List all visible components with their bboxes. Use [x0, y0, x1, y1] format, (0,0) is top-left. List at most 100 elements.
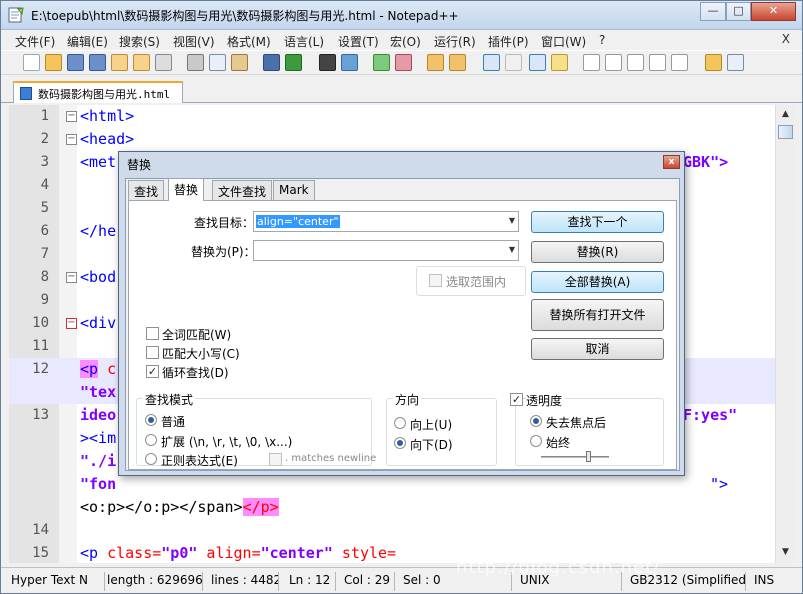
menu-window[interactable]: 窗口(W) — [541, 33, 586, 50]
document-tab[interactable]: 数码摄影构图与用光.html — [13, 81, 183, 103]
mode-regex-radio[interactable] — [145, 453, 157, 465]
find-what-input[interactable]: align="center" ▼ — [253, 211, 519, 232]
menu-macro[interactable]: 宏(O) — [390, 33, 421, 50]
mode-regex-label: 正则表达式(E) — [161, 454, 238, 468]
direction-down-radio[interactable] — [394, 437, 406, 449]
print-icon[interactable] — [155, 54, 172, 71]
undo-icon[interactable] — [263, 54, 280, 71]
dropdown-arrow-icon[interactable]: ▼ — [509, 216, 515, 225]
direction-up-radio[interactable] — [394, 417, 406, 429]
sync-v-icon[interactable] — [427, 54, 444, 71]
open-file-icon[interactable] — [45, 54, 62, 71]
matches-newline-checkbox[interactable] — [269, 453, 282, 466]
direction-down-label: 向下(D) — [410, 438, 453, 452]
tab-mark[interactable]: Mark — [273, 180, 315, 200]
menu-run[interactable]: 运行(R) — [434, 33, 476, 50]
transparency-slider-thumb[interactable] — [586, 451, 591, 462]
match-case-checkbox[interactable] — [146, 346, 159, 359]
replace-with-input[interactable]: ▼ — [253, 240, 519, 261]
maximize-button[interactable]: □ — [726, 2, 751, 21]
code-token: <met — [80, 153, 117, 171]
in-selection-checkbox[interactable] — [429, 274, 442, 287]
stop-macro-icon[interactable] — [605, 54, 622, 71]
transparency-checkbox[interactable]: ✓ — [510, 393, 523, 406]
cancel-button[interactable]: 取消 — [531, 338, 664, 360]
close-button[interactable]: ✕ — [751, 2, 796, 21]
dialog-close-button[interactable]: x — [663, 155, 680, 169]
code-token: ><im — [80, 429, 117, 447]
tab-replace[interactable]: 替换 — [168, 178, 205, 201]
tab-find-in-files[interactable]: 文件查找 — [212, 180, 273, 200]
menu-help[interactable]: ? — [599, 33, 605, 47]
code-token: ideo — [80, 406, 117, 424]
fold-minus-icon[interactable]: − — [66, 134, 77, 145]
line-number: 11 — [32, 338, 49, 354]
redo-icon[interactable] — [285, 54, 302, 71]
code-token: style= — [332, 544, 397, 562]
menu-plugins[interactable]: 插件(P) — [488, 33, 529, 50]
menu-language[interactable]: 语言(L) — [284, 33, 324, 50]
transparency-lose-focus-radio[interactable] — [530, 415, 542, 427]
toolbar — [1, 50, 802, 75]
transparency-slider[interactable] — [541, 456, 609, 458]
mode-extended-radio[interactable] — [145, 434, 157, 446]
title-bar: E:\toepub\html\数码摄影构图与用光\数码摄影构图与用光.html … — [1, 1, 802, 30]
transparency-always-radio[interactable] — [530, 435, 542, 447]
code-token: "> — [710, 475, 729, 493]
zoom-in-icon[interactable] — [373, 54, 390, 71]
tab-find[interactable]: 查找 — [128, 180, 165, 200]
record-macro-icon[interactable] — [583, 54, 600, 71]
copy-icon[interactable] — [209, 54, 226, 71]
menu-search[interactable]: 搜索(S) — [119, 33, 160, 50]
sync-h-icon[interactable] — [449, 54, 466, 71]
play-macro-icon[interactable] — [627, 54, 644, 71]
fold-minus-icon[interactable]: − — [66, 318, 77, 329]
run-macro-multiple-icon[interactable] — [649, 54, 666, 71]
save-all-icon[interactable] — [89, 54, 106, 71]
mode-normal-radio[interactable] — [145, 414, 157, 426]
menu-view[interactable]: 视图(V) — [173, 33, 215, 50]
doc-map-icon[interactable] — [551, 54, 568, 71]
fold-minus-icon[interactable]: − — [66, 111, 77, 122]
menu-file[interactable]: 文件(F) — [15, 33, 55, 50]
save-icon[interactable] — [67, 54, 84, 71]
save-macro-icon[interactable] — [671, 54, 688, 71]
scroll-thumb[interactable] — [778, 125, 793, 139]
scroll-down-icon[interactable]: ▼ — [778, 545, 793, 560]
vertical-scrollbar[interactable]: ▲ ▼ — [775, 105, 794, 563]
indent-guide-icon[interactable] — [529, 54, 546, 71]
cut-icon[interactable] — [187, 54, 204, 71]
menu-edit[interactable]: 编辑(E) — [67, 33, 108, 50]
matches-newline-label: . matches newline — [285, 453, 377, 464]
replace-icon[interactable] — [341, 54, 358, 71]
new-file-icon[interactable] — [23, 54, 40, 71]
paste-icon[interactable] — [231, 54, 248, 71]
zoom-out-icon[interactable] — [395, 54, 412, 71]
word-wrap-icon[interactable] — [483, 54, 500, 71]
status-length: length : 629696 — [105, 572, 203, 591]
launch-browser-icon[interactable] — [705, 54, 722, 71]
find-icon[interactable] — [319, 54, 336, 71]
replace-all-button[interactable]: 全部替换(A) — [531, 271, 664, 293]
close-doc-icon[interactable] — [111, 54, 128, 71]
whole-word-checkbox[interactable] — [146, 327, 159, 340]
menu-settings[interactable]: 设置(T) — [338, 33, 379, 50]
code-token: </he — [80, 222, 117, 240]
close-all-icon[interactable] — [133, 54, 150, 71]
wrap-around-checkbox[interactable]: ✓ — [146, 365, 159, 378]
document-tab-bar: 数码摄影构图与用光.html — [1, 79, 802, 103]
find-next-button[interactable]: 查找下一个 — [531, 211, 664, 233]
line-number: 8 — [40, 269, 49, 285]
menu-format[interactable]: 格式(M) — [227, 33, 271, 50]
line-number: 13 — [32, 407, 49, 423]
code-token: <p — [80, 360, 99, 378]
replace-all-open-button[interactable]: 替换所有打开文件 — [531, 299, 664, 331]
replace-button[interactable]: 替换(R) — [531, 241, 664, 263]
menu-close-doc[interactable]: X — [782, 32, 790, 46]
dropdown-arrow-icon[interactable]: ▼ — [509, 245, 515, 254]
minimize-button[interactable]: — — [700, 2, 726, 21]
fold-minus-icon[interactable]: − — [66, 272, 77, 283]
spell-check-icon[interactable] — [727, 54, 744, 71]
show-all-chars-icon[interactable] — [505, 54, 522, 71]
scroll-up-icon[interactable]: ▲ — [778, 107, 793, 122]
